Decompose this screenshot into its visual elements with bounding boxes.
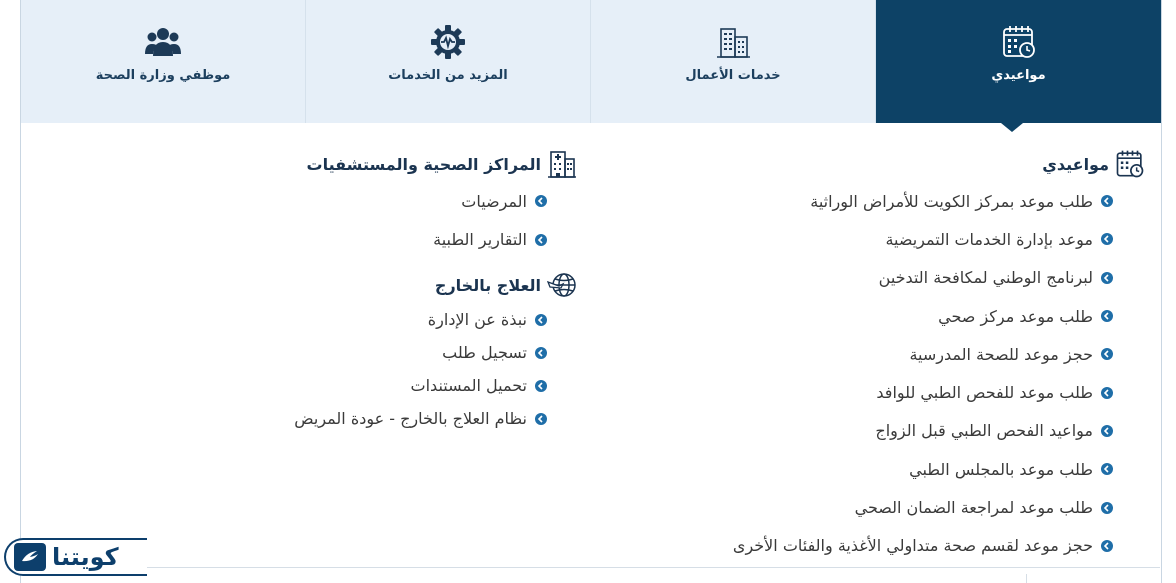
abroad-treatment-heading: العلاج بالخارج: [57, 267, 577, 303]
link-label: طلب موعد بمركز الكويت للأمراض الوراثية: [810, 191, 1093, 211]
appointment-link[interactable]: طلب موعد لمراجعة الضمان الصحي: [585, 488, 1113, 526]
appointment-link[interactable]: طلب موعد مركز صحي: [585, 297, 1113, 335]
link-label: طلب موعد بالمجلس الطبي: [909, 459, 1093, 479]
tab-bar: موظفي وزارة الصحة المزيد من الخدمات خدما…: [21, 0, 1161, 123]
services-menu-panel: موظفي وزارة الصحة المزيد من الخدمات خدما…: [20, 0, 1162, 583]
tab-label: خدمات الأعمال: [685, 68, 781, 83]
appointment-link[interactable]: موعد بإدارة الخدمات التمريضية: [585, 220, 1113, 258]
chevron-bullet-icon: [1101, 195, 1113, 208]
appointment-link[interactable]: طلب موعد بالمجلس الطبي: [585, 450, 1113, 488]
tab-moh-employees[interactable]: موظفي وزارة الصحة: [21, 0, 306, 123]
link-label: التقارير الطبية: [433, 230, 527, 250]
section-title: المراكز الصحية والمستشفيات: [306, 154, 541, 174]
chevron-bullet-icon: [535, 412, 547, 425]
health-center-link[interactable]: التقارير الطبية: [57, 221, 547, 260]
link-label: تسجيل طلب: [442, 343, 527, 362]
tab-business-services[interactable]: خدمات الأعمال: [591, 0, 876, 123]
calendar-clock-icon: [1001, 24, 1037, 60]
link-label: مواعيد الفحص الطبي قبل الزواج: [875, 421, 1093, 441]
gear-icon: [430, 24, 466, 60]
logo-text: كويتنا: [52, 543, 119, 571]
active-tab-pointer: [1001, 123, 1023, 132]
link-label: حجز موعد للصحة المدرسية: [909, 344, 1093, 364]
tab-more-services[interactable]: المزيد من الخدمات: [306, 0, 591, 123]
kuwaitna-logo: كويتنا: [4, 538, 147, 576]
tab-label: المزيد من الخدمات: [388, 68, 508, 83]
footer-divider-tick: [1026, 574, 1027, 583]
link-label: نبذة عن الإدارة: [427, 310, 527, 329]
abroad-treatment-link[interactable]: تحميل المستندات: [57, 369, 547, 402]
logo-mark-icon: [14, 543, 46, 571]
abroad-treatment-list: نبذة عن الإدارة تسجيل طلب تحميل المستندات ن…: [57, 303, 577, 435]
link-label: لبرنامج الوطني لمكافحة التدخين: [878, 268, 1093, 288]
link-label: طلب موعد مركز صحي: [938, 306, 1093, 326]
health-centers-list: المرضيات التقارير الطبية: [57, 182, 577, 259]
appointment-link[interactable]: مواعيد الفحص الطبي قبل الزواج: [585, 412, 1113, 450]
chevron-bullet-icon: [535, 313, 547, 326]
tab-label: موظفي وزارة الصحة: [95, 68, 231, 83]
section-title: العلاج بالخارج: [434, 275, 541, 295]
appointments-section: مواعيدي طلب موعد بمركز الكويت للأمراض ال…: [585, 146, 1145, 565]
link-label: طلب موعد لمراجعة الضمان الصحي: [854, 498, 1093, 518]
abroad-treatment-link[interactable]: نبذة عن الإدارة: [57, 303, 547, 336]
health-center-link[interactable]: المرضيات: [57, 182, 547, 221]
chevron-bullet-icon: [1101, 501, 1113, 514]
appointment-link[interactable]: حجز موعد لقسم صحة متداولي الأغذية والفئا…: [585, 527, 1113, 565]
chevron-bullet-icon: [1101, 348, 1113, 361]
globe-plane-icon: [547, 270, 577, 300]
appointments-heading: مواعيدي: [585, 146, 1145, 182]
appointment-link[interactable]: حجز موعد للصحة المدرسية: [585, 335, 1113, 373]
health-centers-heading: المراكز الصحية والمستشفيات: [57, 146, 577, 182]
hospital-icon: [547, 149, 577, 179]
link-label: موعد بإدارة الخدمات التمريضية: [885, 229, 1093, 249]
chevron-bullet-icon: [535, 346, 547, 359]
chevron-bullet-icon: [1101, 539, 1113, 552]
chevron-bullet-icon: [1101, 424, 1113, 437]
abroad-treatment-link[interactable]: تسجيل طلب: [57, 336, 547, 369]
users-icon: [145, 24, 181, 60]
chevron-bullet-icon: [535, 233, 547, 246]
chevron-bullet-icon: [535, 379, 547, 392]
calendar-clock-icon: [1115, 149, 1145, 179]
link-label: طلب موعد للفحص الطبي للوافد: [876, 383, 1093, 403]
footer-divider: [20, 567, 1160, 568]
appointment-link[interactable]: لبرنامج الوطني لمكافحة التدخين: [585, 259, 1113, 297]
chevron-bullet-icon: [1101, 233, 1113, 246]
abroad-treatment-link[interactable]: نظام العلاج بالخارج - عودة المريض: [57, 402, 547, 435]
building-icon: [715, 24, 751, 60]
link-label: المرضيات: [461, 191, 527, 211]
chevron-bullet-icon: [1101, 310, 1113, 323]
chevron-bullet-icon: [1101, 271, 1113, 284]
link-label: نظام العلاج بالخارج - عودة المريض: [294, 409, 527, 428]
appointment-link[interactable]: طلب موعد للفحص الطبي للوافد: [585, 373, 1113, 411]
chevron-bullet-icon: [1101, 386, 1113, 399]
tab-my-appointments[interactable]: مواعيدي: [876, 0, 1161, 123]
link-label: تحميل المستندات: [410, 376, 527, 395]
chevron-bullet-icon: [1101, 463, 1113, 476]
appointment-link[interactable]: طلب موعد بمركز الكويت للأمراض الوراثية: [585, 182, 1113, 220]
tab-label: مواعيدي: [991, 68, 1046, 83]
appointments-list: طلب موعد بمركز الكويت للأمراض الوراثية مو…: [585, 182, 1145, 565]
section-title: مواعيدي: [1042, 154, 1109, 174]
chevron-bullet-icon: [535, 195, 547, 208]
link-label: حجز موعد لقسم صحة متداولي الأغذية والفئا…: [732, 536, 1093, 556]
health-centers-section: المراكز الصحية والمستشفيات المرضيات التقا…: [57, 146, 577, 435]
